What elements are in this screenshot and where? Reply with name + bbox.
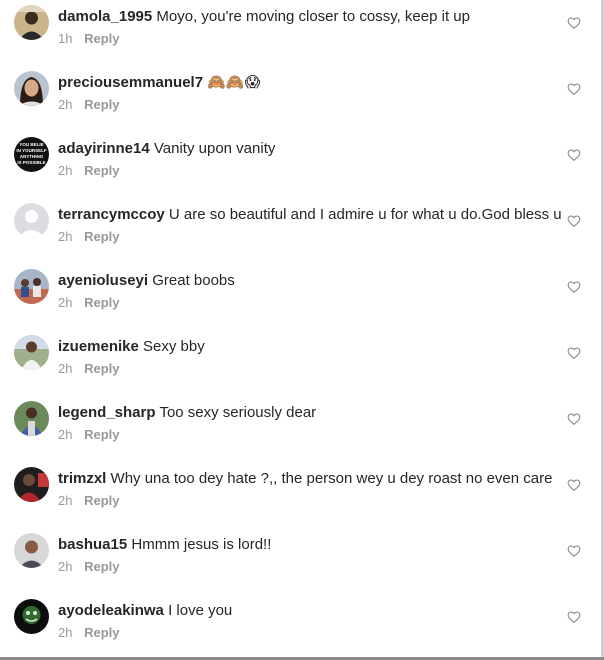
comment-item: terrancymccoy U are so beautiful and I a…: [0, 198, 600, 264]
comment-timestamp: 2h: [58, 559, 73, 574]
avatar[interactable]: [14, 401, 49, 436]
comment-text: 🙈🙈😱: [207, 74, 261, 91]
comment-text: Great boobs: [152, 272, 235, 289]
comment-username[interactable]: legend_sharp: [58, 404, 156, 421]
reply-button[interactable]: Reply: [84, 31, 119, 46]
comment-timestamp: 1h: [58, 31, 73, 46]
avatar[interactable]: YOU BELIE IN YOURSELF ANYTHING IS POSSIB…: [14, 137, 49, 172]
heart-outline-icon[interactable]: [567, 82, 581, 96]
comment-line: ayenioluseyi Great boobs: [58, 272, 558, 290]
avatar[interactable]: [14, 599, 49, 634]
comment-line: bashua15 Hmmm jesus is lord!!: [58, 536, 558, 554]
comment-meta: 2h Reply: [58, 427, 120, 443]
heart-outline-icon[interactable]: [567, 478, 581, 492]
comment-line: izuemenike Sexy bby: [58, 338, 558, 356]
comment-timestamp: 2h: [58, 361, 73, 376]
comment-item: izuemenike Sexy bby 2h Reply: [0, 330, 600, 396]
comment-timestamp: 2h: [58, 163, 73, 178]
comment-timestamp: 2h: [58, 229, 73, 244]
avatar[interactable]: [14, 5, 49, 40]
comment-username[interactable]: izuemenike: [58, 338, 139, 355]
comment-line: damola_1995 Moyo, you're moving closer t…: [58, 8, 558, 26]
comment-username[interactable]: bashua15: [58, 536, 127, 553]
comment-item: trimzxl Why una too dey hate ?,, the per…: [0, 462, 600, 528]
reply-button[interactable]: Reply: [84, 97, 119, 112]
comment-timestamp: 2h: [58, 295, 73, 310]
comment-line: legend_sharp Too sexy seriously dear: [58, 404, 558, 422]
reply-button[interactable]: Reply: [84, 625, 119, 640]
comment-text: I love you: [168, 602, 233, 619]
avatar-text-line: YOU BELIE: [19, 142, 43, 147]
comment-meta: 2h Reply: [58, 163, 120, 179]
comment-item: ayodeleakinwa I love you 2h Reply: [0, 594, 600, 660]
heart-outline-icon[interactable]: [567, 412, 581, 426]
comment-text: Sexy bby: [143, 338, 205, 355]
comment-item: legend_sharp Too sexy seriously dear 2h …: [0, 396, 600, 462]
comment-timestamp: 2h: [58, 493, 73, 508]
comment-line: adayirinne14 Vanity upon vanity: [58, 140, 558, 158]
avatar-text-line: IN YOURSELF: [16, 148, 46, 153]
avatar[interactable]: [14, 533, 49, 568]
comment-username[interactable]: trimzxl: [58, 470, 106, 487]
heart-outline-icon[interactable]: [567, 148, 581, 162]
comment-timestamp: 2h: [58, 427, 73, 442]
comment-meta: 2h Reply: [58, 295, 120, 311]
comment-line: ayodeleakinwa I love you: [58, 602, 558, 620]
comment-text: Too sexy seriously dear: [159, 404, 317, 421]
avatar[interactable]: [14, 467, 49, 502]
comment-text: Hmmm jesus is lord!!: [131, 536, 272, 553]
reply-button[interactable]: Reply: [84, 295, 119, 310]
reply-button[interactable]: Reply: [84, 427, 119, 442]
comment-meta: 2h Reply: [58, 97, 120, 113]
comment-line: terrancymccoy U are so beautiful and I a…: [58, 206, 562, 224]
comment-username[interactable]: terrancymccoy: [58, 206, 165, 223]
comment-timestamp: 2h: [58, 97, 73, 112]
comment-meta: 2h Reply: [58, 229, 120, 245]
reply-button[interactable]: Reply: [84, 229, 119, 244]
reply-button[interactable]: Reply: [84, 361, 119, 376]
comment-item: bashua15 Hmmm jesus is lord!! 2h Reply: [0, 528, 600, 594]
comment-text: U are so beautiful and I admire u for wh…: [168, 206, 562, 223]
heart-outline-icon[interactable]: [567, 280, 581, 294]
comment-meta: 2h Reply: [58, 559, 120, 575]
heart-outline-icon[interactable]: [567, 610, 581, 624]
comment-text: Why una too dey hate ?,, the person wey …: [110, 470, 553, 487]
comment-text: Vanity upon vanity: [153, 140, 276, 157]
comment-meta: 1h Reply: [58, 31, 120, 47]
comment-username[interactable]: ayenioluseyi: [58, 272, 148, 289]
comment-meta: 2h Reply: [58, 625, 120, 641]
heart-outline-icon[interactable]: [567, 544, 581, 558]
heart-outline-icon[interactable]: [567, 214, 581, 228]
comment-item: preciousemmanuel7 🙈🙈😱 2h Reply: [0, 66, 600, 132]
comment-username[interactable]: damola_1995: [58, 8, 152, 25]
comment-meta: 2h Reply: [58, 361, 120, 377]
reply-button[interactable]: Reply: [84, 559, 119, 574]
comment-meta: 2h Reply: [58, 493, 120, 509]
avatar[interactable]: [14, 71, 49, 106]
comment-username[interactable]: ayodeleakinwa: [58, 602, 164, 619]
avatar[interactable]: [14, 335, 49, 370]
comment-item: ayenioluseyi Great boobs 2h Reply: [0, 264, 600, 330]
reply-button[interactable]: Reply: [84, 493, 119, 508]
comment-timestamp: 2h: [58, 625, 73, 640]
comment-username[interactable]: preciousemmanuel7: [58, 74, 203, 91]
avatar-text-line: ANYTHING: [20, 154, 44, 159]
comment-text: Moyo, you're moving closer to cossy, kee…: [156, 8, 470, 25]
heart-outline-icon[interactable]: [567, 346, 581, 360]
avatar[interactable]: [14, 269, 49, 304]
comment-item: damola_1995 Moyo, you're moving closer t…: [0, 0, 600, 66]
avatar[interactable]: [14, 203, 49, 238]
comment-item: YOU BELIE IN YOURSELF ANYTHING IS POSSIB…: [0, 132, 600, 198]
heart-outline-icon[interactable]: [567, 16, 581, 30]
comment-line: trimzxl Why una too dey hate ?,, the per…: [58, 470, 558, 488]
avatar-text-line: IS POSSIBLE: [17, 160, 45, 165]
comment-list: damola_1995 Moyo, you're moving closer t…: [0, 0, 600, 660]
comment-line: preciousemmanuel7 🙈🙈😱: [58, 74, 558, 92]
reply-button[interactable]: Reply: [84, 163, 119, 178]
comment-username[interactable]: adayirinne14: [58, 140, 150, 157]
